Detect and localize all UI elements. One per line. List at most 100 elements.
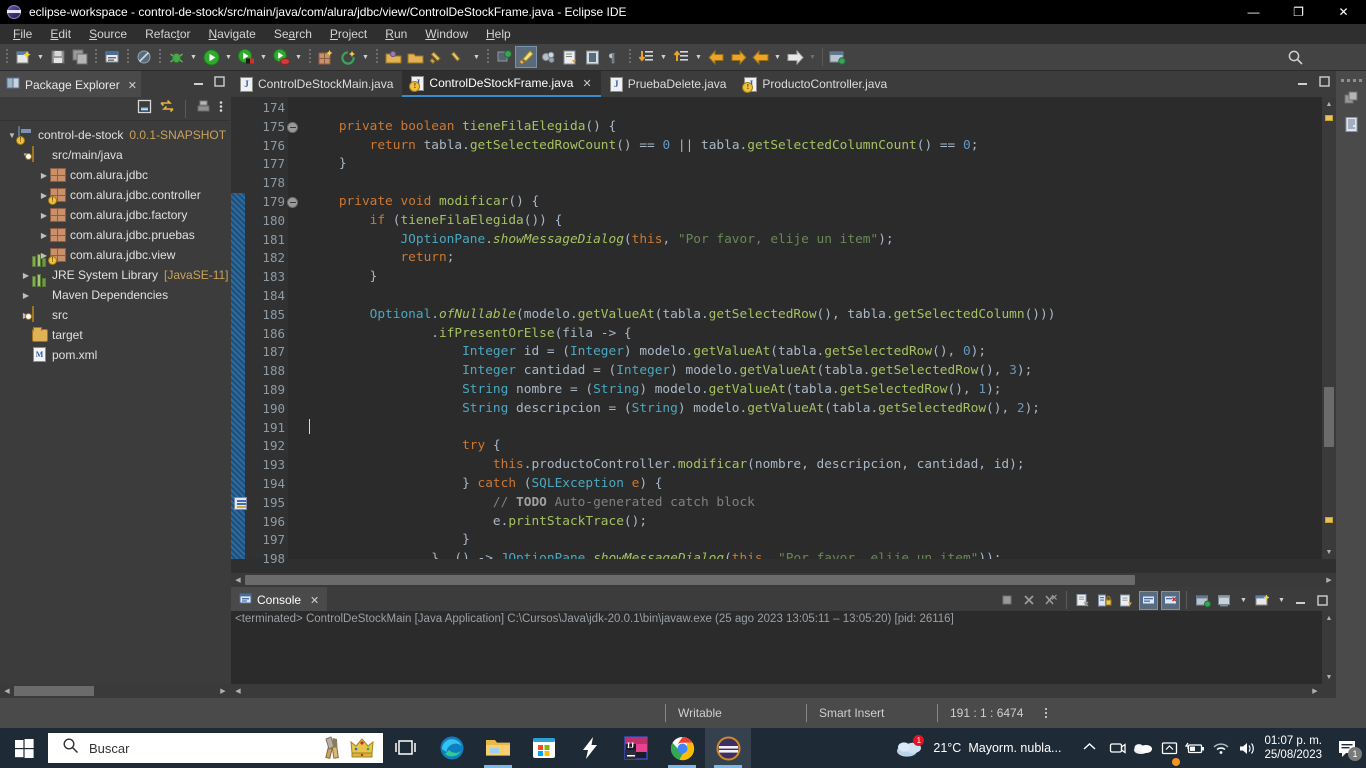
forward-dropdown-icon[interactable]: ▼ bbox=[806, 46, 819, 68]
code-line[interactable]: return; bbox=[300, 249, 1322, 268]
file-explorer-icon[interactable] bbox=[475, 728, 521, 768]
toolbar-grip[interactable] bbox=[125, 48, 131, 66]
search-declaration-icon[interactable] bbox=[493, 46, 515, 68]
toolbar-grip[interactable] bbox=[157, 48, 163, 66]
tree-item-maven-dependencies[interactable]: ▶ Maven Dependencies bbox=[0, 274, 230, 305]
code-line[interactable]: }, () -> JOptionPane.showMessageDialog(t… bbox=[300, 550, 1322, 559]
new-console-view-icon[interactable] bbox=[1215, 591, 1234, 610]
scrollbar-thumb[interactable] bbox=[245, 575, 1135, 585]
debug-dropdown-icon[interactable]: ▼ bbox=[187, 46, 200, 68]
tree-item-src[interactable]: ▶ src bbox=[0, 305, 230, 325]
source-code[interactable]: private boolean tieneFilaElegida() { ret… bbox=[300, 97, 1322, 559]
back-icon[interactable] bbox=[749, 46, 771, 68]
code-line[interactable]: return tabla.getSelectedRowCount() == 0 … bbox=[300, 137, 1322, 156]
code-line[interactable]: JOptionPane.showMessageDialog(this, "Por… bbox=[300, 231, 1322, 250]
scroll-lock-icon[interactable] bbox=[1095, 591, 1114, 610]
twisty-right-icon[interactable]: ▶ bbox=[38, 171, 50, 180]
maximize-icon[interactable] bbox=[213, 75, 226, 93]
console-vertical-scrollbar[interactable]: ▲ ▼ bbox=[1322, 611, 1336, 684]
outline-view-icon[interactable] bbox=[1336, 111, 1366, 137]
toolbar-grip[interactable] bbox=[4, 48, 10, 66]
code-line[interactable]: try { bbox=[300, 437, 1322, 456]
code-line[interactable]: Integer id = (Integer) modelo.getValueAt… bbox=[300, 343, 1322, 362]
fast-view-grip[interactable] bbox=[1336, 71, 1366, 85]
new-task-icon[interactable] bbox=[426, 46, 448, 68]
package-explorer-hscrollbar[interactable]: ◀ ▶ bbox=[0, 684, 230, 698]
webcam-icon[interactable] bbox=[1104, 728, 1130, 768]
close-button[interactable]: ✕ bbox=[1321, 0, 1366, 24]
editor-text-area[interactable]: 174 175 176 177 178 179 180 181 182 183 … bbox=[231, 97, 1336, 566]
view-menu-icon[interactable] bbox=[218, 99, 224, 119]
link-with-editor-icon[interactable] bbox=[159, 99, 175, 119]
code-line[interactable] bbox=[300, 99, 1322, 118]
chrome-icon[interactable] bbox=[659, 728, 705, 768]
run-coverage-icon[interactable] bbox=[235, 46, 257, 68]
menu-item-help[interactable]: Help bbox=[477, 25, 520, 43]
restore-icon[interactable] bbox=[1336, 85, 1366, 111]
fold-collapse-icon[interactable] bbox=[287, 121, 298, 133]
new-wizard-dropdown-icon[interactable]: ▼ bbox=[34, 46, 47, 68]
new-console-dropdown-icon[interactable]: ▼ bbox=[1275, 589, 1288, 611]
run-last-tool-icon[interactable] bbox=[270, 46, 292, 68]
close-icon[interactable]: ✕ bbox=[310, 594, 319, 607]
toolbar-grip[interactable] bbox=[307, 48, 313, 66]
tree-item-com-alura-jdbc-pruebas[interactable]: ▶ com.alura.jdbc.pruebas bbox=[0, 225, 230, 245]
warning-marker[interactable] bbox=[1325, 517, 1333, 523]
previous-edit-dropdown-icon[interactable]: ▼ bbox=[657, 46, 670, 68]
tree-item-src-main-java[interactable]: ▼ src/main/java bbox=[0, 145, 230, 165]
tree-item-project[interactable]: ▼ ! control-de-stock 0.0.1-SNAPSHOT bbox=[0, 125, 230, 145]
run-dropdown-icon[interactable]: ▼ bbox=[222, 46, 235, 68]
code-line[interactable]: this.productoController.modificar(nombre… bbox=[300, 456, 1322, 475]
open-console-icon[interactable] bbox=[1193, 591, 1212, 610]
code-line[interactable]: } bbox=[300, 155, 1322, 174]
onedrive-icon[interactable] bbox=[1130, 728, 1156, 768]
scroll-up-icon[interactable]: ▲ bbox=[1322, 97, 1336, 111]
maximize-icon[interactable] bbox=[1313, 591, 1332, 610]
console-tab[interactable]: Console ✕ bbox=[231, 587, 328, 611]
menu-item-run[interactable]: Run bbox=[376, 25, 416, 43]
toolbar-grip[interactable] bbox=[374, 48, 380, 66]
notification-center-icon[interactable]: 1 bbox=[1330, 728, 1366, 768]
new-java-project-icon[interactable] bbox=[337, 46, 359, 68]
twisty-right-icon[interactable]: ▶ bbox=[20, 291, 32, 300]
twisty-right-icon[interactable]: ▶ bbox=[38, 231, 50, 240]
wifi-icon[interactable] bbox=[1208, 728, 1234, 768]
new-console-icon[interactable] bbox=[1253, 591, 1272, 610]
code-line[interactable] bbox=[300, 419, 1322, 438]
twisty-right-icon[interactable]: ▶ bbox=[20, 271, 32, 280]
lightning-icon[interactable] bbox=[567, 728, 613, 768]
open-task-icon[interactable] bbox=[404, 46, 426, 68]
code-line[interactable]: } bbox=[300, 268, 1322, 287]
search-input[interactable]: Buscar bbox=[48, 733, 383, 763]
code-line[interactable]: private boolean tieneFilaElegida() { bbox=[300, 118, 1322, 137]
minimize-icon[interactable] bbox=[1296, 75, 1309, 93]
pin-console-icon[interactable] bbox=[1117, 591, 1136, 610]
new-wizard-icon[interactable] bbox=[12, 46, 34, 68]
next-edit-dropdown-icon[interactable]: ▼ bbox=[692, 46, 705, 68]
forward-history-icon[interactable] bbox=[727, 46, 749, 68]
next-annotation-icon[interactable] bbox=[559, 46, 581, 68]
status-menu-icon[interactable] bbox=[1045, 708, 1048, 718]
twisty-right-icon[interactable]: ▶ bbox=[38, 211, 50, 220]
tree-item-com-alura-jdbc-controller[interactable]: ▶ ! com.alura.jdbc.controller bbox=[0, 185, 230, 205]
forward-icon[interactable] bbox=[784, 46, 806, 68]
tree-item-pom-xml[interactable]: M pom.xml bbox=[0, 345, 230, 365]
console-horizontal-scrollbar[interactable]: ◀ ▶ bbox=[231, 684, 1336, 698]
display-selected-console-icon[interactable] bbox=[1139, 590, 1158, 610]
eclipse-icon[interactable] bbox=[705, 728, 751, 768]
pin-editor-icon[interactable] bbox=[826, 46, 848, 68]
open-type-icon[interactable] bbox=[382, 46, 404, 68]
code-line[interactable] bbox=[300, 287, 1322, 306]
code-line[interactable]: Optional.ofNullable(modelo.getValueAt(ta… bbox=[300, 306, 1322, 325]
clear-console-icon[interactable] bbox=[1073, 591, 1092, 610]
code-line[interactable]: // TODO Auto-generated catch block bbox=[300, 494, 1322, 513]
next-edit-location-icon[interactable] bbox=[670, 46, 692, 68]
debug-icon[interactable] bbox=[165, 46, 187, 68]
restore-button[interactable]: ❐ bbox=[1276, 0, 1321, 24]
search-reference-icon[interactable] bbox=[537, 46, 559, 68]
microsoft-store-icon[interactable] bbox=[521, 728, 567, 768]
toolbar-grip[interactable] bbox=[627, 48, 633, 66]
toolbar-search-icon[interactable] bbox=[1287, 49, 1304, 71]
fold-collapse-icon[interactable] bbox=[287, 196, 298, 208]
scroll-right-icon[interactable]: ▶ bbox=[1322, 573, 1336, 587]
